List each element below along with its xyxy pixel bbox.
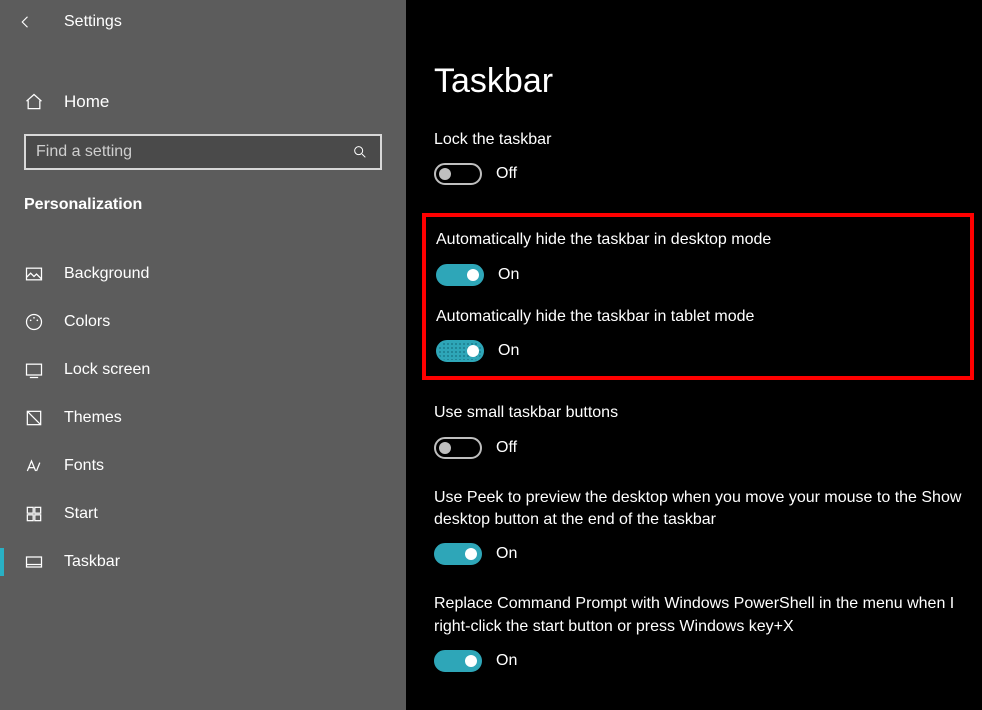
sidebar-item-background[interactable]: Background [0,250,406,298]
setting-label: Lock the taskbar [434,129,974,151]
fonts-icon [24,456,44,476]
toggle-state: Off [496,439,517,457]
toggle-state: Off [496,165,517,183]
toggle-autohide-desktop[interactable] [436,264,484,286]
page-title: Taskbar [434,62,974,101]
toggle-state: On [498,342,519,360]
sidebar-item-fonts[interactable]: Fonts [0,442,406,490]
toggle-powershell[interactable] [434,650,482,672]
sidebar-item-label: Lock screen [64,361,150,379]
app-title: Settings [64,13,122,31]
toggle-autohide-tablet[interactable] [436,340,484,362]
home-icon [24,92,44,112]
setting-label: Automatically hide the taskbar in deskto… [436,229,960,251]
setting-label: Use Peek to preview the desktop when you… [434,487,974,532]
sidebar-item-label: Taskbar [64,553,120,571]
setting-peek: Use Peek to preview the desktop when you… [434,487,974,566]
sidebar-item-lockscreen[interactable]: Lock screen [0,346,406,394]
setting-label: Replace Command Prompt with Windows Powe… [434,593,974,638]
sidebar-item-label: Themes [64,409,122,427]
themes-icon [24,408,44,428]
toggle-state: On [496,545,517,563]
sidebar-item-label: Background [64,265,149,283]
home-button[interactable]: Home [0,80,406,124]
sidebar-item-label: Colors [64,313,110,331]
sidebar-item-label: Fonts [64,457,104,475]
toggle-state: On [498,266,519,284]
sidebar-item-start[interactable]: Start [0,490,406,538]
sidebar-header: Settings [0,0,406,40]
search-container [0,124,406,178]
sidebar-item-colors[interactable]: Colors [0,298,406,346]
category-label: Personalization [0,178,406,224]
sidebar-item-taskbar[interactable]: Taskbar [0,538,406,586]
picture-icon [24,264,44,284]
nav-list: Background Colors Lock screen Themes Fon… [0,250,406,586]
toggle-small-buttons[interactable] [434,437,482,459]
setting-small-buttons: Use small taskbar buttons Off [434,402,974,458]
search-input[interactable] [36,143,337,161]
home-label: Home [64,92,109,112]
search-box[interactable] [24,134,382,170]
lockscreen-icon [24,360,44,380]
taskbar-icon [24,552,44,572]
setting-label: Use small taskbar buttons [434,402,974,424]
highlight-annotation: Automatically hide the taskbar in deskto… [422,213,974,380]
setting-autohide-tablet: Automatically hide the taskbar in tablet… [436,306,960,362]
sidebar-item-themes[interactable]: Themes [0,394,406,442]
search-icon [350,142,370,162]
toggle-state: On [496,652,517,670]
sidebar: Settings Home Personalization Background… [0,0,406,710]
setting-lock-taskbar: Lock the taskbar Off [434,129,974,185]
content-area: Taskbar Lock the taskbar Off Automatical… [406,0,982,710]
sidebar-item-label: Start [64,505,98,523]
palette-icon [24,312,44,332]
toggle-lock-taskbar[interactable] [434,163,482,185]
setting-powershell: Replace Command Prompt with Windows Powe… [434,593,974,672]
setting-label: Automatically hide the taskbar in tablet… [436,306,960,328]
toggle-peek[interactable] [434,543,482,565]
back-icon[interactable] [16,12,36,32]
setting-autohide-desktop: Automatically hide the taskbar in deskto… [436,229,960,285]
start-icon [24,504,44,524]
